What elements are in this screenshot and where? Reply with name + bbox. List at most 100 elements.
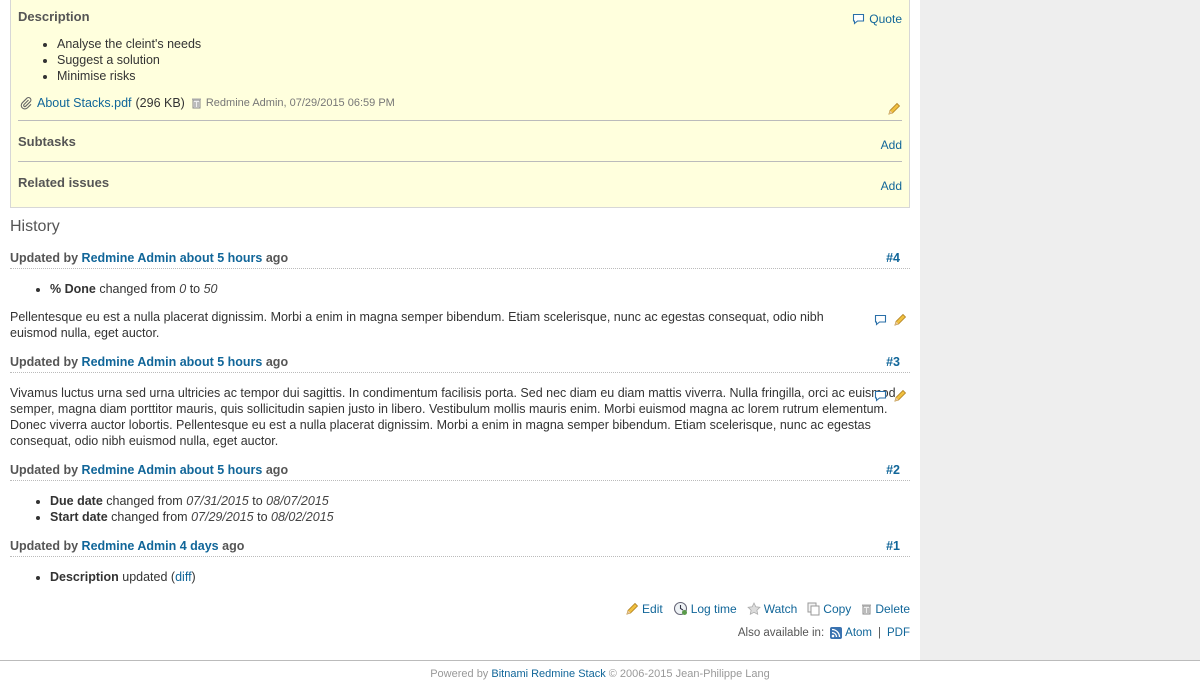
- journal-prefix: Updated by: [10, 251, 79, 265]
- rss-icon: [830, 627, 843, 639]
- detail-to-word: to: [189, 282, 201, 296]
- author-link[interactable]: Redmine Admin: [82, 463, 177, 477]
- attachment-link[interactable]: About Stacks.pdf: [37, 96, 132, 110]
- detail-field: Due date: [50, 494, 103, 508]
- add-related-issue-link[interactable]: Add: [881, 179, 902, 193]
- footer-link[interactable]: Bitnami Redmine Stack: [491, 668, 605, 680]
- time-link[interactable]: about 5 hours: [180, 251, 263, 265]
- issue-details-box: Description Quote Analyse the cleint's n…: [10, 0, 910, 208]
- description-item: Analyse the cleint's needs: [57, 36, 201, 52]
- detail-to-word: to: [257, 510, 268, 524]
- detail-from: 0: [179, 282, 187, 296]
- journal-header: Updated by Redmine Admin about 5 hours a…: [10, 251, 910, 269]
- description-list: Analyse the cleint's needs Suggest a sol…: [35, 36, 201, 84]
- pencil-icon[interactable]: [887, 102, 901, 116]
- quote-icon[interactable]: [874, 390, 887, 402]
- description-item: Minimise risks: [57, 68, 201, 84]
- journal-prefix: Updated by: [10, 463, 79, 477]
- journal-details: Due date changed from 07/31/2015 to 08/0…: [28, 493, 334, 525]
- journal-detail: Description updated (diff): [50, 569, 196, 585]
- pdf-link[interactable]: PDF: [887, 627, 910, 639]
- journal-note: Vivamus luctus urna sed urna ultricies a…: [10, 386, 896, 448]
- detail-field: % Done: [50, 282, 96, 296]
- paperclip-icon: [20, 96, 32, 110]
- detail-verb: updated: [122, 570, 168, 584]
- attachment-row: About Stacks.pdf (296 KB) Redmine Admin,…: [20, 96, 395, 110]
- time-link[interactable]: 4 days: [180, 539, 219, 553]
- quote-link[interactable]: Quote: [852, 12, 902, 26]
- footer-copyright: © 2006-2015 Jean-Philippe Lang: [608, 668, 770, 680]
- copy-button[interactable]: Copy: [807, 602, 851, 616]
- watch-button[interactable]: Watch: [746, 601, 798, 616]
- footer-powered-by: Powered by: [430, 668, 489, 680]
- other-formats-label: Also available in:: [737, 627, 825, 639]
- journal-number-link[interactable]: #3: [886, 355, 900, 369]
- format-separator: |: [878, 627, 881, 639]
- author-link[interactable]: Redmine Admin: [82, 251, 177, 265]
- journal-prefix: Updated by: [10, 539, 79, 553]
- journal-number-link[interactable]: #2: [886, 463, 900, 477]
- subtasks-title: Subtasks: [18, 134, 76, 149]
- journal-prefix: Updated by: [10, 355, 79, 369]
- detail-to: 08/02/2015: [271, 510, 334, 524]
- author-link[interactable]: Redmine Admin: [82, 539, 177, 553]
- time-link[interactable]: about 5 hours: [180, 355, 263, 369]
- atom-link[interactable]: Atom: [845, 627, 872, 639]
- journal-note: Pellentesque eu est a nulla placerat dig…: [10, 310, 824, 340]
- detail-verb: changed from: [99, 282, 176, 296]
- detail-verb: changed from: [106, 494, 183, 508]
- delete-button[interactable]: Delete: [861, 602, 910, 616]
- trash-icon[interactable]: [191, 97, 202, 109]
- detail-to: 50: [203, 282, 218, 296]
- main-content: Description Quote Analyse the cleint's n…: [0, 0, 920, 660]
- journal-header: Updated by Redmine Admin about 5 hours a…: [10, 463, 910, 481]
- log-time-button[interactable]: Log time: [673, 601, 737, 616]
- log-time-label: Log time: [690, 601, 737, 616]
- quote-label: Quote: [869, 12, 902, 26]
- detail-to: 08/07/2015: [266, 494, 329, 508]
- journal-suffix: ago: [265, 355, 289, 369]
- star-icon: [746, 601, 761, 616]
- description-item: Suggest a solution: [57, 52, 201, 68]
- journal-suffix: ago: [265, 463, 289, 477]
- journal-details: Description updated (diff): [28, 569, 196, 585]
- pencil-icon[interactable]: [893, 389, 907, 403]
- watch-label: Watch: [763, 601, 798, 616]
- journal-details: % Done changed from 0 to 50: [28, 281, 218, 297]
- note-actions: [874, 313, 907, 327]
- edit-button[interactable]: Edit: [625, 602, 663, 616]
- journal-suffix: ago: [222, 539, 245, 553]
- footer: Powered by Bitnami Redmine Stack © 2006-…: [0, 660, 1200, 686]
- delete-label: Delete: [875, 601, 910, 616]
- divider: [18, 120, 902, 121]
- copy-icon: [807, 602, 820, 616]
- diff-link[interactable]: diff: [175, 570, 191, 584]
- description-title: Description: [18, 9, 90, 24]
- add-subtask-link[interactable]: Add: [881, 138, 902, 152]
- related-issues-title: Related issues: [18, 175, 110, 190]
- detail-from: 07/31/2015: [186, 494, 249, 508]
- time-link[interactable]: about 5 hours: [180, 463, 263, 477]
- attachment-author-date: Redmine Admin, 07/29/2015 06:59 PM: [205, 97, 395, 109]
- journal-suffix: ago: [265, 251, 289, 265]
- detail-to-word: to: [252, 494, 263, 508]
- pencil-icon[interactable]: [893, 313, 907, 327]
- edit-label: Edit: [642, 601, 663, 616]
- journal-detail: Start date changed from 07/29/2015 to 08…: [50, 509, 334, 525]
- diff-paren-close: ): [191, 570, 196, 584]
- quote-icon[interactable]: [874, 314, 887, 326]
- detail-field: Description: [50, 570, 119, 584]
- journal-header: Updated by Redmine Admin about 5 hours a…: [10, 355, 910, 373]
- journal-header: Updated by Redmine Admin 4 days ago #1: [10, 539, 910, 557]
- author-link[interactable]: Redmine Admin: [82, 355, 177, 369]
- issue-actions: Edit Log time Watch Copy Delete: [619, 601, 910, 616]
- note-actions: [874, 389, 907, 403]
- trash-icon: [861, 603, 872, 615]
- journal-number-link[interactable]: #4: [886, 251, 900, 265]
- journal-number-link[interactable]: #1: [886, 539, 900, 553]
- detail-from: 07/29/2015: [191, 510, 254, 524]
- divider: [18, 161, 902, 162]
- journal-detail: Due date changed from 07/31/2015 to 08/0…: [50, 493, 334, 509]
- history-title: History: [10, 218, 60, 235]
- clock-icon: [673, 601, 688, 616]
